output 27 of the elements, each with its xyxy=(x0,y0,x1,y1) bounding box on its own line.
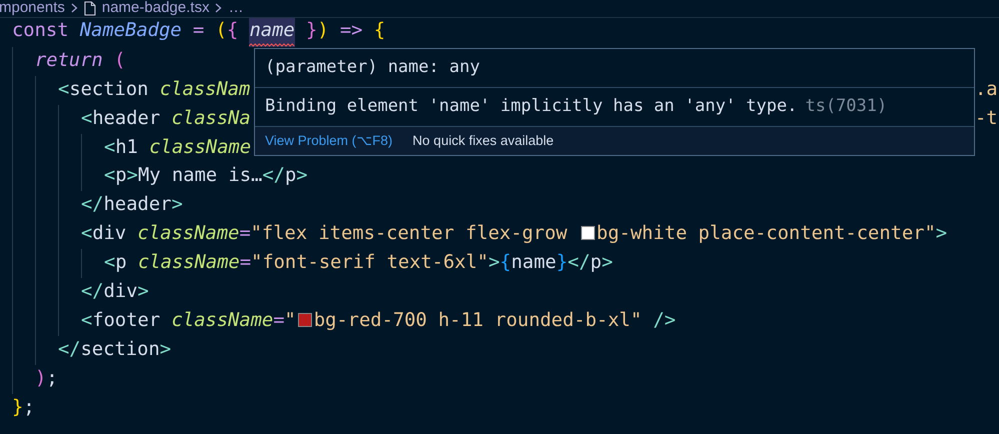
quick-fix-status: No quick fixes available xyxy=(412,132,554,150)
code-line: </header> xyxy=(81,193,183,218)
breadcrumb-folder[interactable]: mponents xyxy=(0,0,65,20)
code-line: <section classNam xyxy=(58,78,250,102)
code-line: <p className="font-serif text-6xl">{name}</p> xyxy=(104,251,613,276)
code-line: </section> xyxy=(58,338,172,362)
code-line: -t xyxy=(975,106,998,131)
error-message: Binding element 'name' implicitly has an 'any' type. xyxy=(265,95,798,118)
view-problem-link[interactable]: View Problem (⌥F8) xyxy=(265,130,393,152)
code-line: <footer className=" bg-red-700 h-11 rounded-b-xl" /> xyxy=(81,308,676,333)
hover-signature: (parameter) name: any xyxy=(265,56,480,80)
code-line: }; xyxy=(12,396,35,420)
chevron-icon xyxy=(70,3,78,13)
code-line: return ( xyxy=(35,48,126,73)
code-line: <header classNa xyxy=(81,106,251,131)
code-line: <p>My name is…</p> xyxy=(104,164,308,188)
code-line: .a xyxy=(975,78,998,102)
code-line: ); xyxy=(35,366,58,391)
code-line: <div className="flex items-center flex-grow bg-white place-content-center"> xyxy=(81,222,948,246)
breadcrumb-file[interactable]: name-badge.tsx xyxy=(102,0,210,20)
file-icon xyxy=(84,0,96,16)
chevron-icon xyxy=(215,3,222,13)
error-code: ts(7031) xyxy=(805,95,888,118)
code-line: const NameBadge = ({ name }) => { xyxy=(12,17,386,48)
code-line: <h1 className xyxy=(104,136,251,160)
breadcrumb-more[interactable]: … xyxy=(228,0,244,20)
code-line: </div> xyxy=(81,280,149,304)
